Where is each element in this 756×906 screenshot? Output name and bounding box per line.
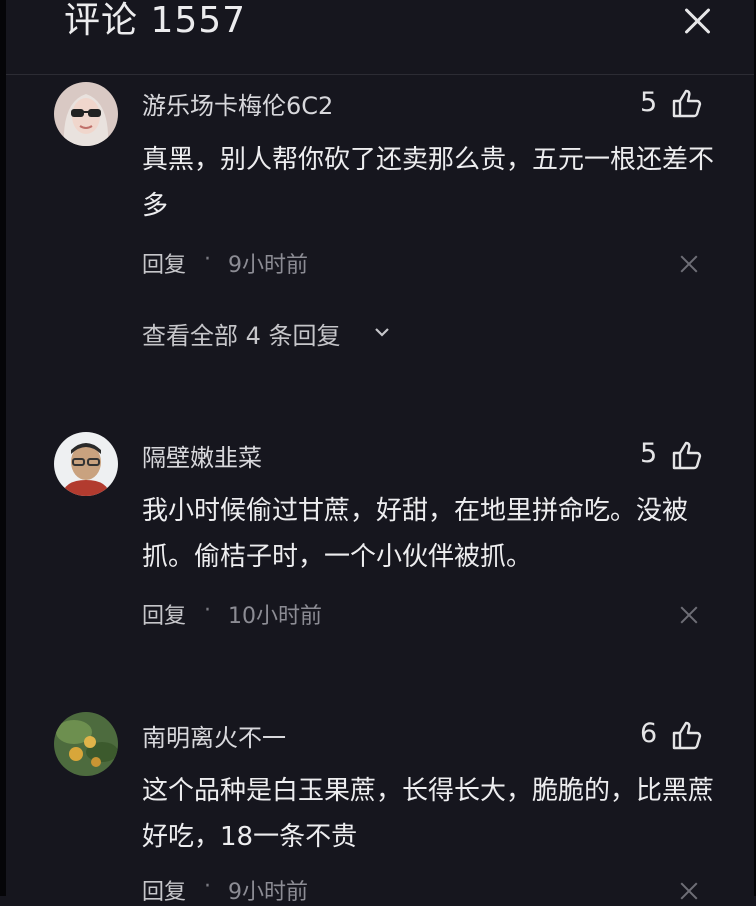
comment-text: 这个品种是白玉果蔗，长得长大，脆脆的，比黑蔗好吃，18一条不贵 [142, 776, 715, 852]
username[interactable]: 隔壁嫩韭菜 [142, 438, 262, 473]
timestamp: 9小时前 [228, 880, 308, 905]
timestamp: 9小时前 [228, 253, 308, 278]
reply-button[interactable]: 回复 [142, 247, 186, 279]
view-all-replies-link[interactable]: 查看全部 4 条回复 [142, 316, 341, 351]
separator-dot: · [204, 247, 211, 272]
avatar[interactable] [54, 432, 118, 496]
thumbs-up-icon[interactable] [671, 720, 703, 750]
chevron-down-icon[interactable] [374, 324, 390, 340]
like-count: 6 [640, 718, 658, 749]
like-count: 5 [640, 87, 658, 118]
comment-text: 我小时候偷过甘蔗，好甜，在地里拼命吃。没被抓。偷桔子时，一个小伙伴被抓。 [142, 496, 689, 572]
like-count: 5 [640, 438, 658, 469]
dismiss-icon[interactable] [680, 606, 698, 624]
avatar[interactable] [54, 82, 118, 146]
left-frame-edge [0, 0, 6, 896]
separator-dot: · [204, 598, 211, 623]
dismiss-icon[interactable] [680, 882, 698, 900]
thumbs-up-icon[interactable] [671, 88, 703, 118]
page-title: 评论 1557 [64, 0, 247, 41]
reply-button[interactable]: 回复 [142, 598, 186, 630]
thumbs-up-icon[interactable] [671, 440, 703, 470]
username[interactable]: 南明离火不一 [142, 718, 286, 753]
separator-dot: · [204, 874, 211, 899]
username[interactable]: 游乐场卡梅伦6C2 [142, 86, 333, 121]
dismiss-icon[interactable] [680, 255, 698, 273]
close-icon[interactable] [680, 4, 714, 38]
comment-text: 真黑，别人帮你砍了还卖那么贵，五元一根还差不多 [142, 145, 715, 221]
avatar[interactable] [54, 712, 118, 776]
comments-header: 评论 1557 [6, 0, 754, 75]
timestamp: 10小时前 [228, 604, 322, 629]
reply-button[interactable]: 回复 [142, 874, 186, 906]
